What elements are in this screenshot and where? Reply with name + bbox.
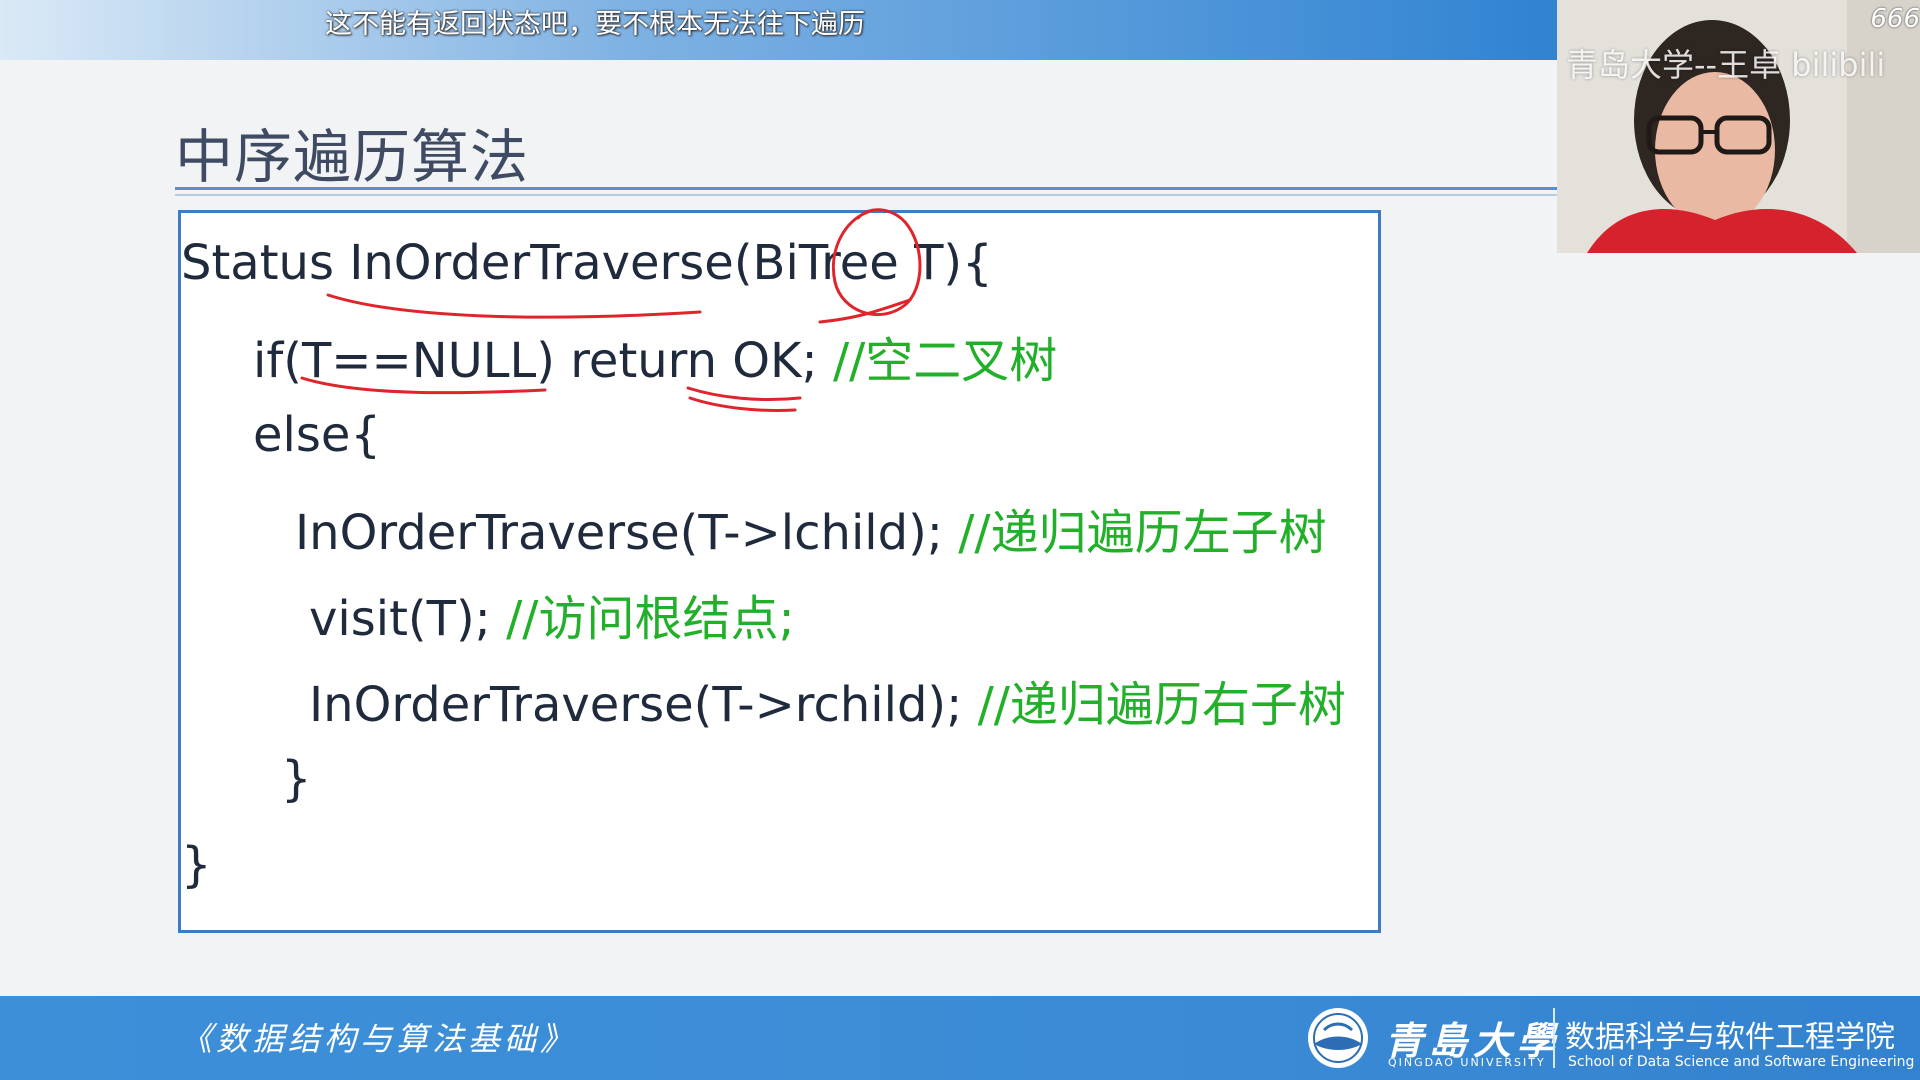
code-text: if(T==NULL) return OK; [253, 333, 833, 389]
webcam-video [1557, 0, 1920, 253]
code-comment: //访问根结点; [506, 591, 795, 647]
code-comment: //空二叉树 [832, 333, 1058, 389]
code-line-2: if(T==NULL) return OK; //空二叉树 [253, 321, 1057, 391]
danmaku-comment: 这不能有返回状态吧，要不根本无法往下遍历 [325, 9, 865, 40]
school-name: 数据科学与软件工程学院 [1565, 1020, 1895, 1055]
course-title: 《数据结构与算法基础》 [180, 1020, 577, 1058]
code-line-1: Status InOrderTraverse(BiTree T){ [181, 235, 993, 291]
school-name-en: School of Data Science and Software Engi… [1568, 1054, 1915, 1070]
code-line-4: InOrderTraverse(T->lchild); //递归遍历左子树 [295, 493, 1327, 563]
code-text: InOrderTraverse(T->lchild); [295, 505, 959, 561]
top-banner: 这不能有返回状态吧，要不根本无法往下遍历 [0, 0, 1560, 60]
code-line-8: } [181, 837, 212, 893]
code-text: InOrderTraverse(T->rchild); [309, 677, 978, 733]
video-watermark: 青岛大学--王卓 bilibili [1566, 46, 1886, 84]
footer-bar: 《数据结构与算法基础》 青島大學 QINGDAO UNIVERSITY 数据科学… [0, 996, 1920, 1080]
university-seal-icon [1308, 1008, 1368, 1068]
code-line-7: } [281, 751, 312, 807]
title-divider [175, 187, 1557, 190]
code-comment: //递归遍历左子树 [958, 505, 1327, 561]
code-line-6: InOrderTraverse(T->rchild); //递归遍历右子树 [309, 665, 1346, 735]
slide-title: 中序遍历算法 [175, 123, 530, 191]
code-text: else{ [253, 407, 381, 463]
code-text: Status InOrderTraverse(BiTree T){ [181, 235, 993, 291]
code-comment: //递归遍历右子树 [977, 677, 1346, 733]
code-text: } [281, 751, 312, 807]
presenter-image [1557, 0, 1920, 253]
code-text: } [181, 837, 212, 893]
code-box: Status InOrderTraverse(BiTree T){ if(T==… [178, 210, 1381, 933]
code-text: visit(T); [309, 591, 507, 647]
danmaku-count: 666 [1870, 4, 1920, 34]
university-name-en: QINGDAO UNIVERSITY [1388, 1056, 1546, 1069]
title-divider-secondary [175, 194, 1557, 196]
code-line-3: else{ [253, 407, 381, 463]
code-line-5: visit(T); //访问根结点; [309, 579, 795, 649]
footer-divider [1553, 1008, 1555, 1068]
